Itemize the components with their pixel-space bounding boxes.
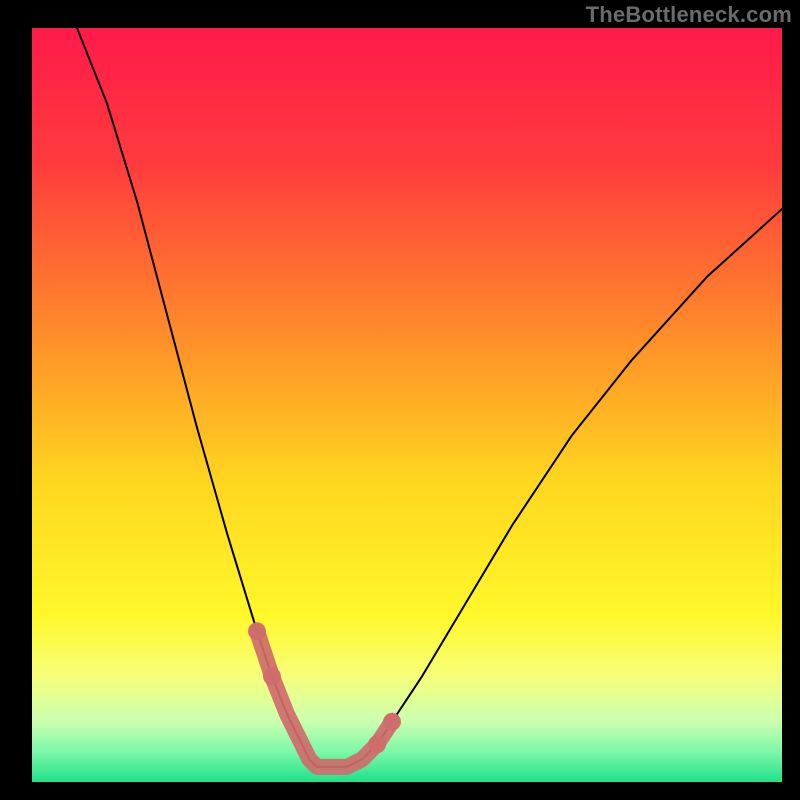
- marker-dot: [368, 735, 386, 753]
- marker-dot: [383, 713, 401, 731]
- marker-dot: [263, 667, 281, 685]
- watermark-text: TheBottleneck.com: [586, 2, 792, 28]
- gradient-background: [32, 28, 782, 782]
- chart-frame: TheBottleneck.com: [0, 0, 800, 800]
- marker-dot: [248, 622, 266, 640]
- bottleneck-chart: [0, 0, 800, 800]
